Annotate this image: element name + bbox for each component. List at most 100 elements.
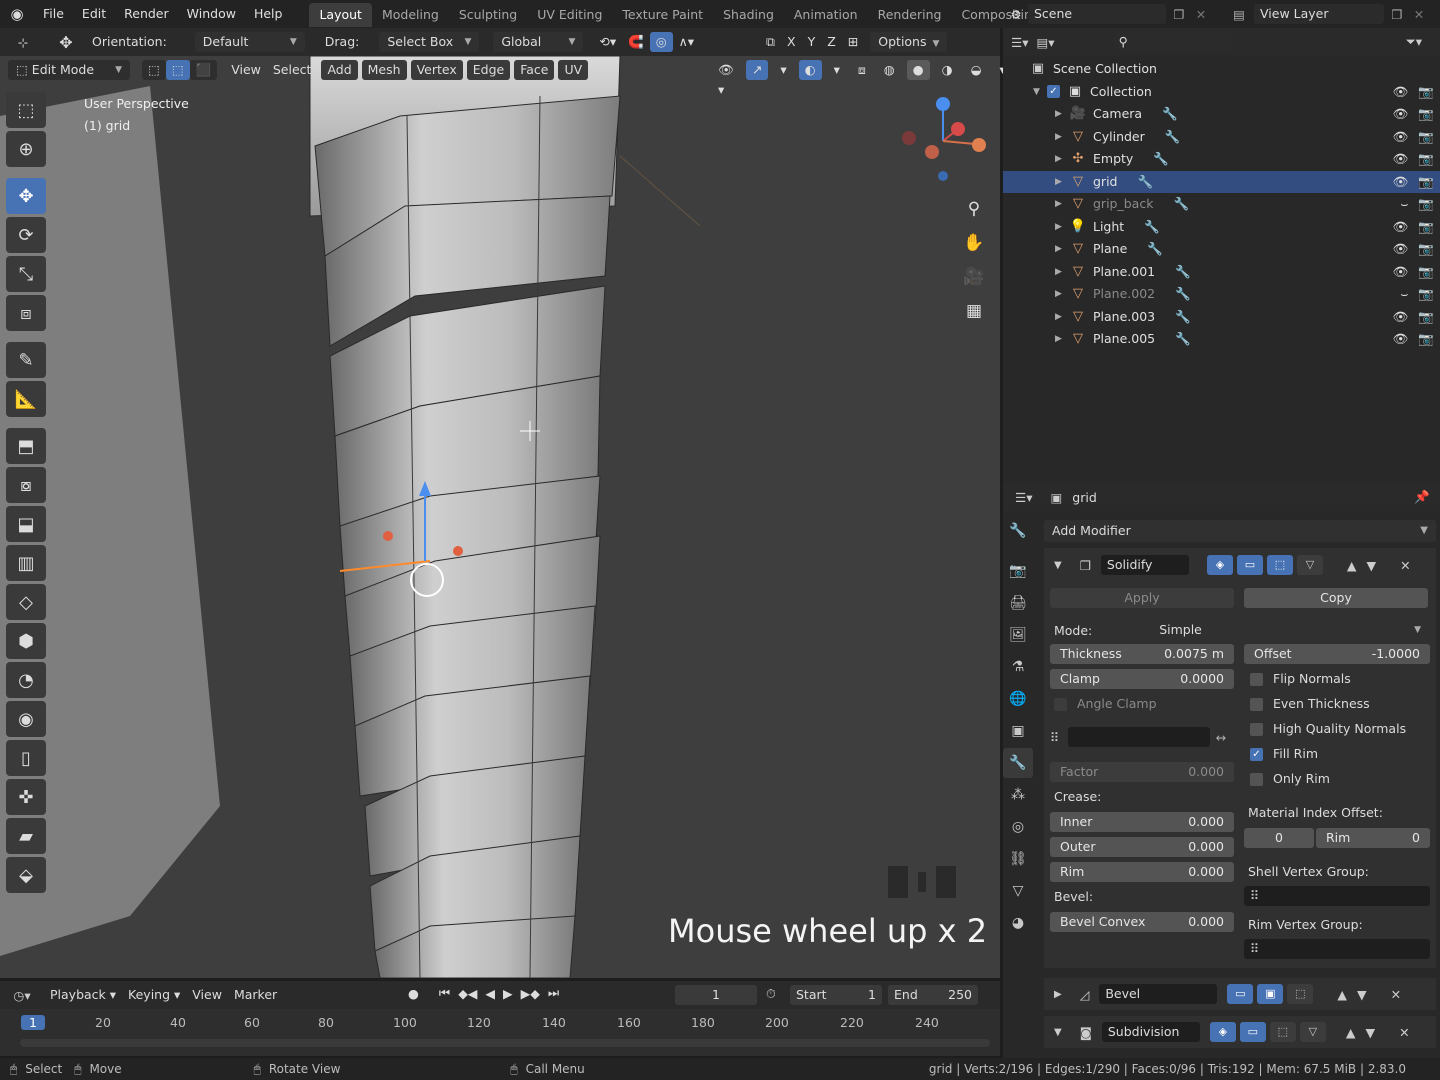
invert-arrows-icon[interactable]: ↔	[1210, 730, 1232, 745]
annotate-tool-icon[interactable]: ✎	[6, 342, 46, 378]
eye-icon[interactable]: 👁	[1393, 126, 1409, 149]
zoom-icon[interactable]: ⚲	[962, 192, 986, 226]
angle-clamp-row[interactable]: Angle Clamp	[1050, 694, 1234, 714]
edit-mode-display-icon[interactable]: ◈	[1209, 1022, 1236, 1042]
expand-arrow-icon[interactable]: ▶	[1055, 171, 1069, 194]
jump-end-icon[interactable]: ⏭	[548, 985, 559, 1001]
inset-tool-icon[interactable]: ⧇	[6, 467, 46, 503]
scale-tool-icon[interactable]: ⤡	[6, 256, 46, 292]
proportional-edit-icon[interactable]: ◎	[649, 32, 673, 52]
rip-region-tool-icon[interactable]: ⬙	[6, 857, 46, 893]
outliner-item[interactable]: ▶ 🎥 Camera 🔧 👁 📷	[1003, 103, 1440, 126]
menu-select[interactable]: Select	[267, 60, 318, 80]
modifier-tab-icon[interactable]: 🔧	[1003, 748, 1033, 778]
menu-file[interactable]: File	[34, 0, 73, 28]
edit-mode-display-icon[interactable]: ⬚	[1287, 984, 1314, 1004]
outliner-item[interactable]: ▶ ▽ Plane.003 🔧 👁 📷	[1003, 306, 1440, 329]
menu-mesh[interactable]: Mesh	[361, 60, 407, 80]
outliner-collection[interactable]: ▼ ✓ ▣ Collection 👁 📷	[1003, 81, 1440, 104]
menu-window[interactable]: Window	[178, 0, 245, 28]
world-tab-icon[interactable]: 🌐	[1003, 684, 1033, 714]
even-thickness-row[interactable]: Even Thickness	[1244, 694, 1430, 714]
shrink-fatten-tool-icon[interactable]: ✜	[6, 779, 46, 815]
eye-icon[interactable]: 👁	[1393, 171, 1409, 194]
measure-tool-icon[interactable]: 📐	[6, 381, 46, 417]
render-display-icon[interactable]: ⬚	[1269, 1022, 1296, 1042]
render-display-icon[interactable]: ⬚	[1266, 555, 1293, 575]
gizmo-toggle-icon[interactable]: ↗	[745, 60, 769, 80]
menu-uv[interactable]: UV	[558, 60, 589, 80]
remove-scene-icon[interactable]: ✕	[1192, 7, 1210, 22]
current-frame-field[interactable]: 1	[675, 985, 757, 1005]
expand-arrow-icon[interactable]: ▶	[1055, 306, 1069, 329]
data-tab-icon[interactable]: ▽	[1003, 876, 1033, 906]
outliner-item[interactable]: ▶ ▽ Plane 🔧 👁 📷	[1003, 238, 1440, 261]
expand-arrow-icon[interactable]: ▶	[1055, 328, 1069, 351]
viewport-display-icon[interactable]: ▭	[1227, 984, 1254, 1004]
copy-button[interactable]: Copy	[1244, 588, 1428, 608]
camera-render-icon[interactable]: 📷	[1418, 238, 1434, 261]
outliner-item[interactable]: ▶ ▽ grid 🔧 👁 📷	[1003, 170, 1440, 194]
collapse-arrow-icon[interactable]: ▼	[1054, 1027, 1062, 1038]
expand-arrow-icon[interactable]: ▶	[1055, 148, 1069, 171]
poly-build-tool-icon[interactable]: ⬢	[6, 623, 46, 659]
expand-arrow-icon[interactable]: ▶	[1055, 193, 1069, 216]
tab-modeling[interactable]: Modeling	[372, 3, 449, 27]
move-tool-button[interactable]: ✥	[6, 178, 46, 214]
outliner-search-input[interactable]: ⚲	[1112, 32, 1233, 52]
offset-field[interactable]: Offset -1.0000	[1244, 644, 1430, 664]
face-select-icon[interactable]: ⬛	[189, 60, 218, 80]
flip-normals-checkbox[interactable]	[1250, 673, 1263, 686]
view-layer-tab-icon[interactable]: 🖼	[1003, 620, 1033, 650]
fill-rim-row[interactable]: ✓ Fill Rim	[1244, 744, 1430, 764]
outliner-item[interactable]: ▶ ▽ Plane.002 🔧 ⌣ 📷	[1003, 283, 1440, 306]
clamp-field[interactable]: Clamp 0.0000	[1050, 669, 1234, 689]
tab-shading[interactable]: Shading	[713, 3, 784, 27]
new-scene-icon[interactable]: ❐	[1166, 7, 1192, 22]
blender-logo-icon[interactable]: ◉	[0, 5, 34, 23]
timeline-view-menu[interactable]: View	[186, 985, 228, 1005]
eye-icon[interactable]: 👁	[1393, 103, 1409, 126]
expand-arrow-icon[interactable]: ▶	[1055, 238, 1069, 261]
expand-arrow-icon[interactable]: ▶	[1054, 989, 1062, 1000]
move-down-icon[interactable]: ▼	[1357, 987, 1367, 1002]
tab-uv-editing[interactable]: UV Editing	[527, 3, 612, 27]
only-rim-checkbox[interactable]	[1250, 773, 1263, 786]
axis-y-toggle[interactable]: Y	[802, 32, 822, 52]
viewport-display-icon[interactable]: ▭	[1236, 555, 1263, 575]
marker-menu[interactable]: Marker	[228, 985, 283, 1005]
angle-clamp-checkbox[interactable]	[1054, 698, 1067, 711]
fill-rim-checkbox[interactable]: ✓	[1250, 748, 1263, 761]
editor-type-icon[interactable]: ☰▾	[1015, 490, 1032, 505]
outliner-item[interactable]: ▶ ▽ Plane.005 🔧 👁 📷	[1003, 328, 1440, 351]
outliner-item[interactable]: ▶ ▽ Cylinder 🔧 👁 📷	[1003, 126, 1440, 149]
pin-icon[interactable]: 📌	[1414, 489, 1430, 505]
spin-tool-icon[interactable]: ◔	[6, 662, 46, 698]
eye-icon[interactable]: 👁	[1393, 328, 1409, 351]
snap-icon[interactable]: 🧲	[622, 32, 650, 52]
menu-render[interactable]: Render	[115, 0, 178, 28]
camera-render-icon[interactable]: 📷	[1418, 81, 1434, 104]
camera-render-icon[interactable]: 📷	[1418, 306, 1434, 329]
close-icon[interactable]: ✕	[1391, 987, 1401, 1002]
expand-arrow-icon[interactable]: ▶	[1055, 103, 1069, 126]
outliner-item[interactable]: ▶ ▽ Plane.001 🔧 👁 📷	[1003, 261, 1440, 284]
editor-type-icon[interactable]: ◷▾	[0, 988, 44, 1003]
axis-z-toggle[interactable]: Z	[821, 32, 842, 52]
mirror-icon[interactable]: ⧉	[760, 32, 781, 52]
move-up-icon[interactable]: ▲	[1347, 558, 1357, 573]
perspective-grid-icon[interactable]: ▦	[962, 294, 986, 328]
navigation-gizmo[interactable]	[895, 96, 995, 186]
rim-crease-field[interactable]: Rim 0.000	[1050, 862, 1234, 882]
outer-crease-field[interactable]: Outer 0.000	[1050, 837, 1234, 857]
vertex-group-field[interactable]	[1068, 727, 1210, 747]
menu-view[interactable]: View	[225, 60, 267, 80]
mode-dropdown[interactable]: ⬚ Edit Mode ▼	[8, 60, 130, 80]
xray-icon[interactable]: ⧈	[852, 60, 872, 80]
visibility-icon[interactable]: 👁▾	[712, 60, 740, 97]
smooth-tool-icon[interactable]: ◉	[6, 701, 46, 737]
play-icon[interactable]: ▶	[503, 986, 513, 1001]
eye-icon[interactable]: 👁	[1393, 216, 1409, 239]
expand-arrow-icon[interactable]: ▶	[1055, 216, 1069, 239]
timeline-area[interactable]: 1 20 40 60 80 100 120 140 160 180 200 220 240	[0, 1009, 1000, 1056]
